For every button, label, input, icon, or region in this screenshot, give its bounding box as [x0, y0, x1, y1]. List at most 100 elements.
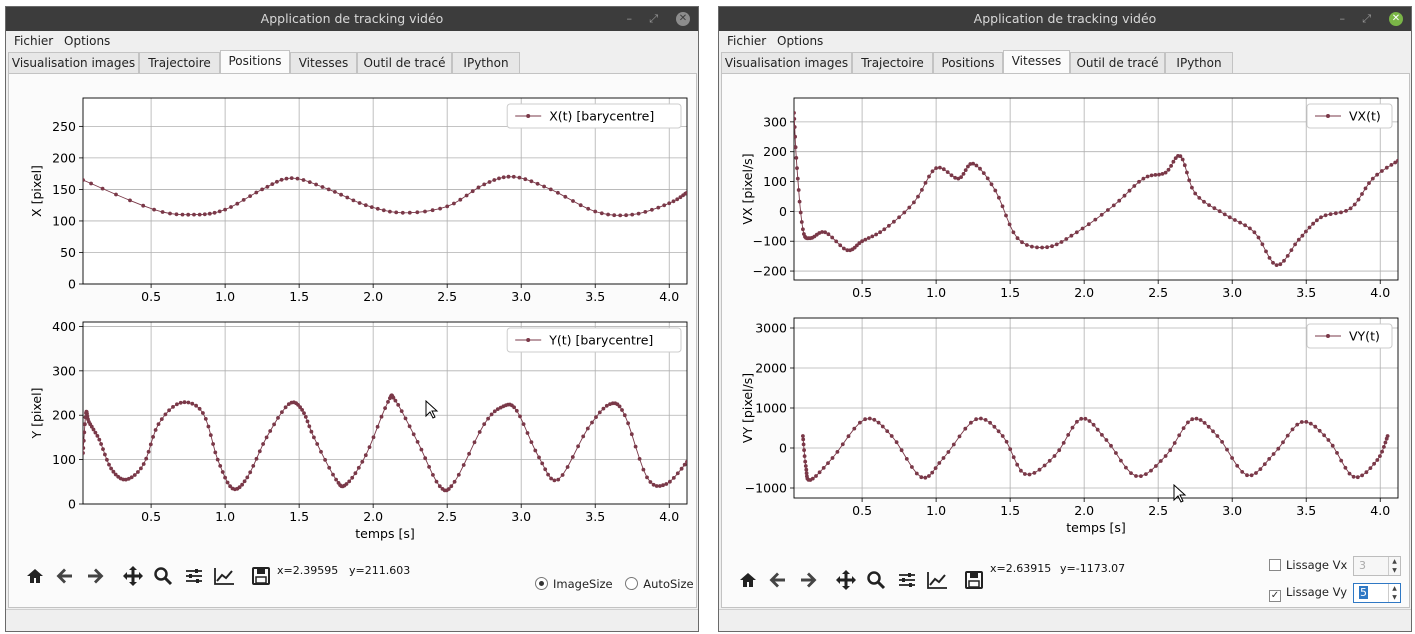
back-arrow-icon[interactable] — [766, 568, 790, 592]
maximize-icon[interactable]: ⤢ — [1362, 7, 1371, 31]
data-point — [814, 474, 818, 478]
zoom-icon[interactable] — [864, 568, 888, 592]
menu-fichier[interactable]: Fichier — [727, 34, 766, 48]
close-icon[interactable]: ✕ — [676, 12, 690, 26]
minimize-icon[interactable]: – — [1340, 7, 1346, 31]
tab-vitesses[interactable]: Vitesses — [290, 52, 357, 74]
pan-icon[interactable] — [121, 564, 145, 588]
forward-arrow-icon[interactable] — [796, 568, 820, 592]
autosize-radio[interactable] — [625, 577, 639, 590]
data-point — [437, 484, 442, 489]
home-icon[interactable] — [23, 564, 47, 588]
tab-ipython[interactable]: IPython — [1165, 52, 1233, 74]
save-icon[interactable] — [249, 564, 273, 588]
data-point — [679, 466, 684, 471]
x-tick-label: 1.0 — [926, 503, 946, 518]
tab-outil-de-trace[interactable]: Outil de tracé — [357, 52, 452, 74]
data-point — [99, 442, 103, 446]
tab-trajectoire[interactable]: Trajectoire — [852, 52, 933, 74]
data-point — [1360, 473, 1364, 478]
y-tick-label: 200 — [763, 144, 787, 159]
data-point — [449, 484, 454, 489]
data-point — [167, 408, 172, 413]
lissage-vx-checkbox[interactable]: Lissage Vx — [1269, 558, 1347, 572]
spin-arrows-icon[interactable]: ▲ ▼ — [1388, 557, 1400, 575]
x-tick-label: 0.5 — [852, 503, 872, 518]
subplots-config-icon[interactable] — [895, 568, 919, 592]
menu-options[interactable]: Options — [777, 34, 823, 48]
data-point — [482, 182, 487, 187]
pan-icon[interactable] — [834, 568, 858, 592]
close-icon[interactable]: ✕ — [1389, 12, 1403, 26]
forward-arrow-icon[interactable] — [83, 564, 107, 588]
data-point — [560, 473, 565, 477]
data-point — [874, 232, 878, 237]
data-point — [1285, 254, 1290, 258]
save-icon[interactable] — [962, 568, 986, 592]
maximize-icon[interactable]: ⤢ — [649, 7, 658, 31]
data-point — [671, 199, 676, 204]
data-point — [141, 203, 146, 208]
data-point — [556, 477, 561, 482]
data-point — [1217, 209, 1222, 214]
data-point — [151, 435, 156, 439]
menu-fichier[interactable]: Fichier — [14, 34, 53, 48]
data-point — [326, 187, 331, 192]
tab-positions[interactable]: Positions — [220, 50, 290, 75]
tab-vitesses[interactable]: Vitesses — [1003, 50, 1070, 75]
data-point — [1047, 458, 1052, 463]
data-point — [305, 419, 310, 424]
data-point — [1185, 170, 1189, 175]
x-tick-label: 2.0 — [363, 509, 383, 524]
lissage-vy-checkbox[interactable]: ✓ Lissage Vy — [1269, 585, 1347, 602]
lissage-vy-box[interactable]: ✓ — [1269, 590, 1281, 602]
data-point — [1278, 262, 1283, 267]
menu-options[interactable]: Options — [64, 34, 110, 48]
edit-axis-icon[interactable] — [925, 568, 949, 592]
vitesses-figure[interactable]: 0.5 1.0 1.5 2.0 2.5 3.0 3.5 4.0−200−10001002003… — [722, 74, 1411, 544]
tab-ipython[interactable]: IPython — [452, 52, 520, 74]
data-point — [156, 422, 161, 426]
data-point — [1264, 249, 1268, 254]
data-point — [897, 215, 901, 220]
tab-visualisation-images[interactable]: Visualisation images — [8, 52, 139, 74]
edit-axis-icon[interactable] — [212, 564, 236, 588]
x-tick-label: 1.5 — [1000, 285, 1020, 300]
imagesize-radio[interactable] — [535, 577, 548, 590]
subplots-config-icon[interactable] — [182, 564, 206, 588]
tab-positions[interactable]: Positions — [933, 52, 1003, 74]
lissage-vx-spinbox[interactable]: 3 ▲ ▼ — [1353, 556, 1401, 576]
zoom-icon[interactable] — [151, 564, 175, 588]
legend-marker — [526, 338, 531, 342]
lissage-vy-spinbox[interactable]: 5 ▲ ▼ — [1353, 583, 1401, 603]
lissage-vx-box[interactable] — [1269, 559, 1281, 571]
data-point — [996, 429, 1001, 434]
title-bar: Application de tracking vidéo – ⤢ ✕ — [719, 7, 1411, 31]
data-point — [798, 210, 803, 215]
data-point — [1124, 465, 1128, 470]
data-point — [852, 426, 857, 431]
data-point — [1385, 434, 1390, 438]
plot-toolbar: x=2.39595 y=211.603 ImageSize AutoSize — [9, 556, 696, 616]
minimize-icon[interactable]: – — [627, 7, 633, 31]
data-point — [622, 413, 627, 418]
positions-figure[interactable]: 0.5 1.0 1.5 2.0 2.5 3.0 3.5 4.0 0 50 100 150 200 250 X… — [9, 74, 698, 544]
tab-trajectoire[interactable]: Trajectoire — [139, 52, 220, 74]
imagesize-option[interactable]: ImageSize — [535, 577, 613, 591]
spin-arrows-icon[interactable]: ▲ ▼ — [1388, 584, 1400, 602]
data-point — [858, 420, 862, 425]
autosize-option[interactable]: AutoSize — [625, 577, 694, 591]
back-arrow-icon[interactable] — [53, 564, 77, 588]
data-point — [347, 479, 352, 484]
data-point — [971, 161, 975, 166]
data-point — [941, 167, 946, 172]
data-point — [594, 415, 598, 419]
data-point — [1375, 458, 1380, 462]
data-point — [492, 178, 497, 182]
data-point — [1119, 458, 1123, 463]
data-point — [1238, 220, 1242, 225]
home-icon[interactable] — [736, 568, 760, 592]
x-tick-label: 2.5 — [437, 509, 457, 524]
tab-outil-de-trace[interactable]: Outil de tracé — [1070, 52, 1165, 74]
tab-visualisation-images[interactable]: Visualisation images — [721, 52, 852, 74]
